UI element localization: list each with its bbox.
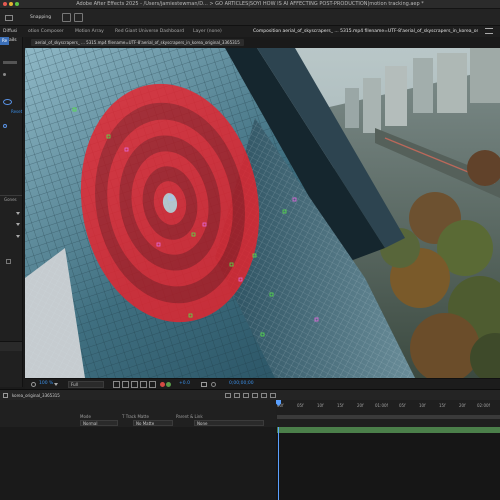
target-icon[interactable] bbox=[3, 99, 12, 105]
panel-footer bbox=[0, 341, 22, 351]
time-tick: 10f bbox=[419, 403, 426, 408]
snapshot-icon[interactable] bbox=[201, 382, 207, 387]
timeline-columns: Mode T Track Matte Parent & Link Normal … bbox=[0, 400, 500, 427]
chevron-down-icon[interactable] bbox=[16, 235, 20, 239]
exposure-value[interactable]: +0.0 bbox=[179, 381, 190, 386]
viewer-controls-bar: 100 % Full +0.0 0;00;00;00 bbox=[25, 378, 500, 389]
property-slider[interactable] bbox=[3, 61, 17, 64]
title-bar: Adobe After Effects 2025 - /Users/jamies… bbox=[0, 0, 500, 9]
timeline-body bbox=[0, 427, 500, 500]
comp-footage-tab[interactable]: aerial_of_skyscrapers_ ... 5315.mp4 file… bbox=[31, 39, 244, 46]
time-tick: 01:00f bbox=[375, 403, 388, 408]
panel-tabs: Diffusi otion Composer 3 Motion Array Re… bbox=[0, 26, 500, 37]
layer-duration-bar[interactable] bbox=[277, 427, 500, 433]
tab-motion-composer[interactable]: otion Composer 3 bbox=[25, 27, 65, 36]
track-matte-column-header: T Track Matte bbox=[122, 414, 149, 419]
info-icon[interactable] bbox=[6, 259, 11, 264]
time-tick: 15f bbox=[439, 403, 446, 408]
tab-motion-array[interactable]: Motion Array bbox=[72, 27, 112, 36]
footage-frame bbox=[25, 48, 500, 378]
chevron-down-icon[interactable] bbox=[16, 212, 20, 216]
snap-options-icon[interactable] bbox=[74, 13, 83, 22]
time-tick: 05f bbox=[297, 403, 304, 408]
hamburger-menu-icon[interactable] bbox=[485, 28, 493, 34]
tab-red-giant[interactable]: Red Giant Universe Dashboard bbox=[112, 27, 192, 36]
transparency-grid-icon[interactable] bbox=[122, 381, 129, 388]
stopwatch-icon[interactable] bbox=[3, 73, 6, 76]
parent-link-column-header: Parent & Link bbox=[176, 414, 203, 419]
close-icon[interactable] bbox=[3, 393, 8, 398]
always-preview-icon[interactable] bbox=[31, 382, 36, 387]
graph-editor-icon[interactable] bbox=[270, 393, 276, 398]
time-tick: 20f bbox=[357, 403, 364, 408]
time-tick: 02:00f bbox=[477, 403, 490, 408]
blend-mode-dropdown[interactable]: Normal bbox=[80, 420, 118, 426]
snap-magnet-icon[interactable] bbox=[62, 13, 71, 22]
work-area-bar[interactable] bbox=[277, 415, 500, 419]
snapping-label: Snapping bbox=[30, 15, 52, 20]
divider bbox=[0, 195, 22, 196]
panel-label-gones: Gones bbox=[4, 197, 17, 202]
window-title: Adobe After Effects 2025 - /Users/jamies… bbox=[76, 1, 424, 7]
mask-visibility-icon[interactable] bbox=[131, 381, 138, 388]
chevron-down-icon[interactable] bbox=[54, 383, 58, 386]
composition-viewer[interactable] bbox=[25, 48, 500, 378]
shy-layers-icon[interactable] bbox=[243, 393, 249, 398]
effect-controls-panel: Re ails Reset Gones bbox=[0, 37, 23, 387]
tab-layer[interactable]: Layer (none) bbox=[190, 27, 240, 36]
zoom-value[interactable]: 100 bbox=[39, 381, 48, 386]
time-tick: 05f bbox=[399, 403, 406, 408]
effects-tab-indicator[interactable]: Re bbox=[0, 37, 9, 45]
channel-icon[interactable] bbox=[149, 381, 156, 388]
time-ruler[interactable]: 00f 05f 10f 15f 20f 01:00f 05f 10f 15f 2… bbox=[277, 403, 500, 413]
playhead-line[interactable] bbox=[278, 427, 279, 500]
panel-label-ails: ails bbox=[9, 38, 17, 43]
tab-composition[interactable]: Composition aerial_of_skyscrapers_ ... 5… bbox=[250, 27, 478, 36]
track-matte-dropdown[interactable]: No Matte bbox=[133, 420, 173, 426]
time-tick: 15f bbox=[337, 403, 344, 408]
timeline-tab-label[interactable]: korea_original_3365315 bbox=[12, 393, 60, 398]
comp-mini-flowchart-icon[interactable] bbox=[225, 393, 231, 398]
frame-blending-icon[interactable] bbox=[252, 393, 258, 398]
zoom-unit[interactable]: % bbox=[49, 381, 53, 386]
tab-effects[interactable]: Diffusi bbox=[0, 27, 22, 36]
viewer-timecode[interactable]: 0;00;00;00 bbox=[229, 381, 254, 386]
parent-dropdown[interactable]: None bbox=[194, 420, 264, 426]
timeline-header: korea_original_3365315 bbox=[0, 389, 500, 400]
show-snapshot-icon[interactable] bbox=[211, 382, 216, 387]
point-control-icon[interactable] bbox=[3, 124, 7, 128]
guides-icon[interactable] bbox=[140, 381, 147, 388]
composition-viewer-tabs: aerial_of_skyscrapers_ ... 5315.mp4 file… bbox=[25, 37, 500, 48]
layer-list bbox=[0, 427, 276, 500]
color-channel-green-icon[interactable] bbox=[166, 382, 171, 387]
draft-3d-icon[interactable] bbox=[234, 393, 240, 398]
color-channel-red-icon[interactable] bbox=[160, 382, 165, 387]
motion-blur-icon[interactable] bbox=[261, 393, 267, 398]
snapping-checkbox[interactable] bbox=[5, 15, 13, 21]
reset-link[interactable]: Reset bbox=[11, 109, 22, 114]
mode-column-header: Mode bbox=[80, 414, 91, 419]
resolution-dropdown[interactable]: Full bbox=[68, 381, 104, 388]
time-tick: 10f bbox=[317, 403, 324, 408]
region-of-interest-icon[interactable] bbox=[113, 381, 120, 388]
tools-toolbar: Snapping bbox=[0, 9, 500, 26]
time-tick: 20f bbox=[459, 403, 466, 408]
chevron-down-icon[interactable] bbox=[16, 223, 20, 227]
